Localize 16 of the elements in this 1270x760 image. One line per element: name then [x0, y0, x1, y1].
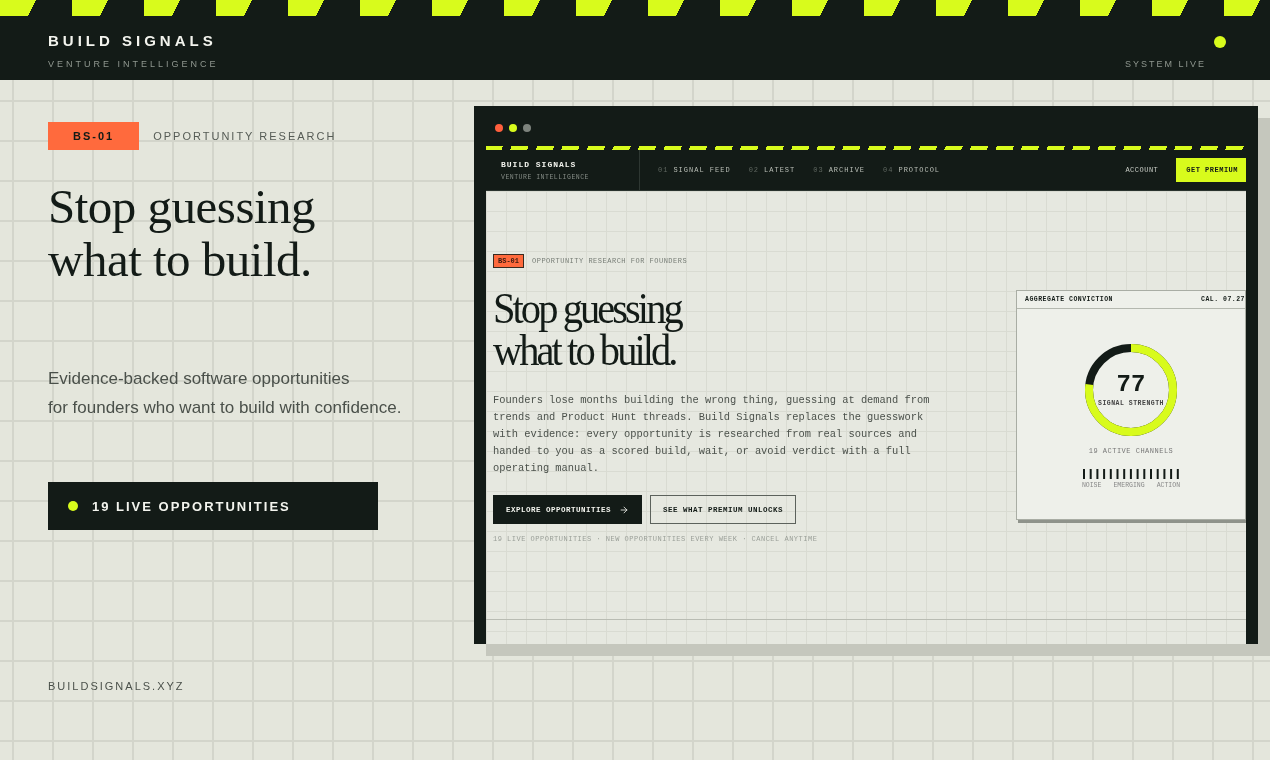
subtitle: Evidence-backed software opportunities for founders who want to build with confidence.: [48, 368, 403, 419]
window-controls-drawing: [495, 124, 531, 132]
brand-name: BUILD SIGNALS: [501, 159, 578, 169]
site-url: BUILDSIGNALS.XYZ: [48, 680, 186, 692]
body-text: Founders lose months building the wrong thing, guessing at demand from trends and Product Hunt threads. Build Signals replaces the guesswork with evidence: every opportunity is researched from real sources and handed to you as a scored build, wait, or avoid verdict with a full operating manual.: [493, 393, 931, 476]
status-dot: [1214, 36, 1226, 48]
headline: Stop guessing what to build.: [48, 180, 317, 286]
brand-name: BUILD SIGNALS: [48, 32, 218, 49]
brand-tagline: VENTURE INTELLIGENCE: [48, 59, 219, 69]
arrow-right-icon: [619, 504, 629, 515]
headline: Stop guessing what to build.: [493, 288, 683, 372]
score-value: 77: [1116, 373, 1146, 397]
eyebrow-text: OPPORTUNITY RESEARCH: [153, 130, 337, 142]
live-opportunities-button[interactable]: 19 LIVE OPPORTUNITIES: [48, 482, 378, 530]
status-text: SYSTEM LIVE: [1124, 59, 1206, 69]
code-tag: BS-01: [48, 122, 140, 150]
